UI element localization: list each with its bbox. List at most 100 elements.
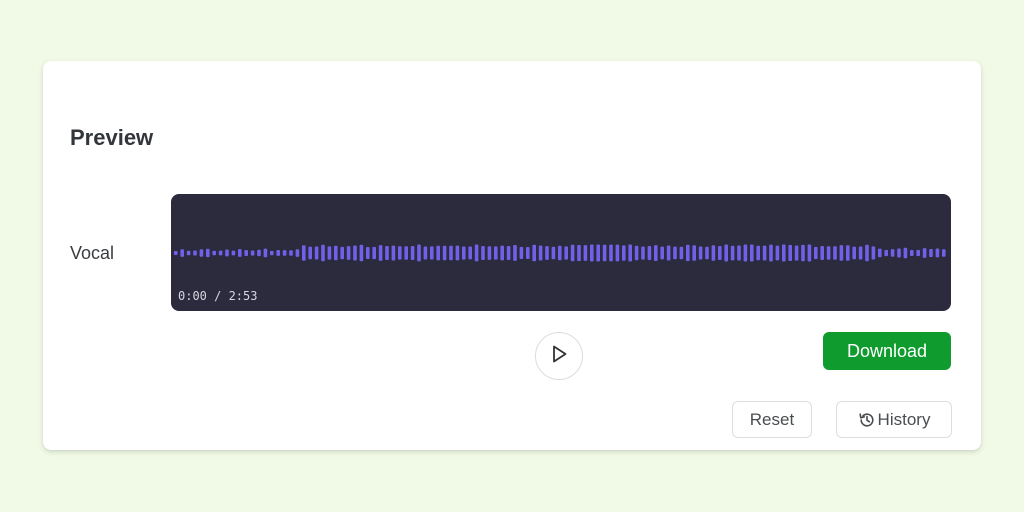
- waveform-bar: [238, 249, 242, 257]
- play-icon: [549, 344, 569, 369]
- waveform-bar: [730, 245, 735, 261]
- waveform-bar: [398, 246, 402, 260]
- reset-button[interactable]: Reset: [732, 401, 812, 438]
- history-button[interactable]: History: [836, 401, 952, 438]
- waveform-bar: [340, 246, 344, 260]
- waveform-bar: [487, 246, 492, 260]
- waveform-bar: [199, 249, 204, 257]
- waveform-bar: [814, 246, 818, 260]
- waveform-bar: [532, 244, 536, 262]
- waveform-bar: [878, 248, 882, 258]
- waveform-bar: [186, 250, 191, 256]
- waveform-bar: [430, 246, 434, 260]
- waveform-bar: [206, 248, 210, 258]
- waveform-bar: [346, 246, 351, 260]
- waveform-bar: [289, 250, 293, 256]
- waveform-bar: [673, 246, 677, 260]
- waveform-bar: [545, 246, 549, 260]
- waveform-bar: [174, 251, 178, 255]
- waveform-bar: [737, 245, 741, 261]
- waveform-bar: [538, 245, 543, 261]
- waveform-bar: [577, 245, 581, 262]
- waveform-bar: [820, 246, 824, 260]
- waveform-bar: [494, 246, 498, 260]
- waveform-bar: [711, 245, 716, 261]
- waveform-bar: [468, 246, 472, 260]
- history-icon: [858, 411, 876, 429]
- waveform-bar: [334, 245, 338, 261]
- waveform-bar: [750, 244, 754, 262]
- waveform-bar: [666, 245, 671, 261]
- waveform-bar: [775, 245, 780, 261]
- waveform-bar: [359, 244, 364, 262]
- waveform-bar: [378, 245, 383, 261]
- track-label: Vocal: [70, 243, 115, 263]
- waveform-bar: [231, 250, 236, 256]
- waveform-bar: [826, 246, 831, 260]
- waveform-bar: [602, 244, 607, 262]
- waveform-bar: [698, 246, 703, 260]
- waveform-bar: [794, 245, 799, 261]
- waveform-bar: [500, 245, 504, 261]
- waveform-bar: [756, 245, 760, 261]
- waveform-bar: [462, 246, 466, 260]
- waveform-bar: [807, 244, 812, 262]
- waveform-bar: [622, 245, 626, 261]
- waveform-bar: [276, 250, 280, 256]
- download-button[interactable]: Download: [823, 332, 951, 370]
- waveform-player[interactable]: 0:00 / 2:53: [171, 194, 951, 311]
- waveform-bar: [884, 249, 888, 257]
- play-button[interactable]: [535, 332, 583, 380]
- waveform-bar: [647, 246, 652, 260]
- waveform-bar: [372, 246, 376, 260]
- waveform-bar: [404, 246, 408, 260]
- page-title: Preview: [70, 125, 154, 150]
- waveform-bar: [366, 247, 370, 259]
- waveform-bar: [679, 246, 684, 260]
- waveform-bar: [250, 250, 255, 256]
- waveform-bar: [615, 244, 620, 262]
- waveform-bar: [596, 244, 600, 262]
- waveform-bar: [436, 245, 440, 261]
- waveform-bar: [314, 246, 319, 260]
- waveform-bar: [449, 245, 453, 261]
- waveform-bar: [865, 244, 869, 262]
- time-display: 0:00 / 2:53: [178, 289, 258, 303]
- waveform-bar: [417, 244, 421, 262]
- waveform-bar: [641, 246, 645, 260]
- waveform-bar: [922, 248, 927, 258]
- waveform-bar: [846, 245, 850, 261]
- waveform-bar: [180, 249, 184, 257]
- waveform-bar: [474, 244, 479, 262]
- waveform-bar: [769, 244, 773, 262]
- waveform-bar: [353, 245, 357, 261]
- waveform-bar: [910, 250, 914, 256]
- waveform-bar: [935, 248, 940, 258]
- waveform-bar: [583, 245, 588, 261]
- waveform-bar: [942, 249, 946, 257]
- waveform-bar: [551, 246, 556, 260]
- waveform-bar: [660, 246, 664, 260]
- waveform-bar: [391, 245, 396, 261]
- waveform-bar: [801, 244, 805, 262]
- waveform-bar: [295, 249, 300, 257]
- waveform-bar: [762, 245, 767, 261]
- waveform-bar: [212, 250, 216, 256]
- waveform-bar: [929, 249, 933, 257]
- waveform-bar: [455, 245, 460, 261]
- waveform-bar: [724, 244, 728, 262]
- waveform-bar: [686, 244, 690, 262]
- waveform-bar: [244, 250, 248, 256]
- waveform-bar: [590, 244, 594, 262]
- waveform-bar: [718, 246, 722, 260]
- waveform-bar: [788, 244, 792, 261]
- waveform-bar: [564, 246, 568, 260]
- waveform-bar: [263, 248, 268, 258]
- waveform-bar: [570, 244, 575, 262]
- waveform-bar: [513, 245, 517, 261]
- waveform-bar: [327, 246, 332, 260]
- preview-card: Preview Vocal 0:00 / 2:53 Download Reset…: [43, 61, 981, 450]
- waveform[interactable]: [171, 194, 951, 311]
- waveform-bar: [506, 246, 511, 260]
- waveform-bar: [852, 246, 856, 260]
